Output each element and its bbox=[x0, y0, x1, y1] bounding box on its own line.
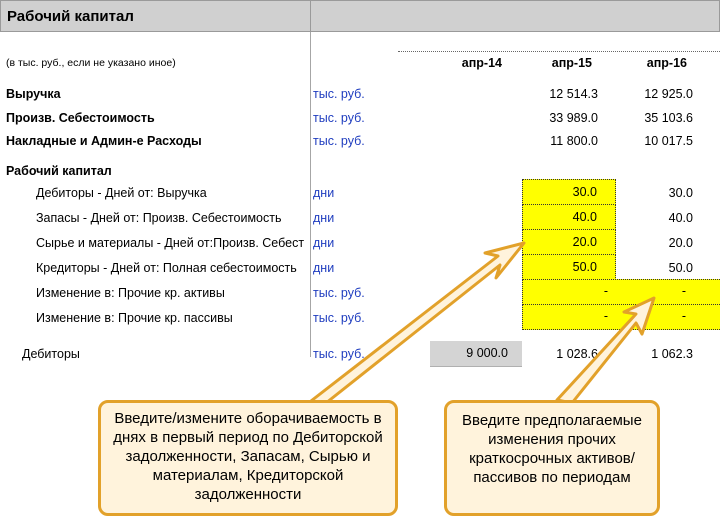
right-callout-arrow bbox=[555, 296, 656, 405]
callout-left: Введите/измените оборачиваемость в днях … bbox=[98, 400, 398, 516]
callout-left-text: Введите/измените оборачиваемость в днях … bbox=[113, 410, 383, 503]
callout-right: Введите предполагаемые изменения прочих … bbox=[444, 400, 660, 516]
left-callout-arrow bbox=[309, 241, 526, 405]
callout-right-text: Введите предполагаемые изменения прочих … bbox=[462, 412, 642, 486]
